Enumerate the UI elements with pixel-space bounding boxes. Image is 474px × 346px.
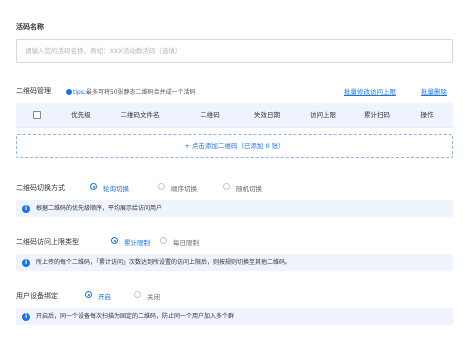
column-actions: 操作 — [420, 111, 434, 119]
campaign-name-input[interactable] — [16, 39, 453, 63]
switch-mode-round-robin-label[interactable]: 轮询切换 — [103, 183, 129, 193]
switch-mode-random-label[interactable]: 随机切换 — [236, 183, 262, 193]
device-binding-info: i 开启后，同一个设备每次扫描为固定的二维码，防止同一个用户加入多个群 — [16, 308, 453, 325]
batch-edit-limit-link[interactable]: 批量修改访问上限 — [344, 86, 396, 96]
column-total-scans: 累计扫码 — [364, 111, 390, 119]
switch-mode-sequential-radio[interactable] — [158, 183, 165, 190]
info-icon: i — [22, 312, 30, 321]
switch-mode-random-radio[interactable] — [223, 183, 230, 190]
access-limit-daily-radio[interactable] — [160, 237, 167, 244]
info-icon: i — [22, 204, 30, 213]
device-binding-on-label[interactable]: 开启 — [98, 291, 111, 301]
column-qrcode: 二维码 — [200, 111, 220, 119]
switch-mode-info-text: 根据二维码的优先级顺序，平均展示给访问用户 — [36, 205, 163, 212]
switch-mode-label: 二维码切换方式 — [16, 184, 65, 192]
device-binding-label: 用户设备绑定 — [16, 292, 58, 300]
tip-prefix: tips: — [73, 89, 86, 96]
location-pin-icon — [66, 89, 72, 95]
tip-text: 最多可将50张静态二维码合并成一个活码 — [85, 89, 196, 96]
column-expiry: 失效日期 — [254, 111, 280, 119]
access-limit-info-text: 所上传的每个二维码，「累计访问」次数达到所设置的访问上限后，则按规则切换至其他二… — [36, 259, 292, 266]
batch-delete-link[interactable]: 批量删除 — [421, 86, 447, 96]
qr-table-header: 优先级 二维码文件名 二维码 失效日期 访问上限 累计扫码 操作 — [16, 103, 453, 128]
access-limit-cumulative-radio[interactable] — [111, 237, 118, 244]
column-filename: 二维码文件名 — [120, 111, 160, 119]
qr-management-tip: tips:最多可将50张静态二维码合并成一个活码 — [66, 87, 196, 96]
switch-mode-sequential-label[interactable]: 顺序切换 — [171, 183, 197, 193]
info-icon: i — [22, 258, 30, 267]
add-qrcode-button[interactable]: + 点击添加二维码（已添加 0 张） — [16, 134, 453, 158]
access-limit-cumulative-label[interactable]: 累计限制 — [124, 237, 150, 247]
qr-management-label: 二维码管理 — [16, 87, 51, 95]
select-all-checkbox[interactable] — [33, 111, 41, 119]
column-priority: 优先级 — [71, 111, 91, 119]
device-binding-on-radio[interactable] — [85, 291, 92, 298]
switch-mode-info: i 根据二维码的优先级顺序，平均展示给访问用户 — [16, 200, 453, 217]
access-limit-label: 二维码访问上限类型 — [16, 238, 79, 246]
device-binding-off-radio[interactable] — [134, 291, 141, 298]
access-limit-info: i 所上传的每个二维码，「累计访问」次数达到所设置的访问上限后，则按规则切换至其… — [16, 254, 453, 271]
switch-mode-round-robin-radio[interactable] — [90, 183, 97, 190]
device-binding-off-label[interactable]: 关闭 — [147, 291, 160, 301]
campaign-name-label: 活码名称 — [16, 23, 44, 31]
device-binding-info-text: 开启后，同一个设备每次扫描为固定的二维码，防止同一个用户加入多个群 — [36, 313, 235, 320]
column-access-limit: 访问上限 — [310, 111, 336, 119]
access-limit-daily-label[interactable]: 每日限制 — [173, 237, 199, 247]
